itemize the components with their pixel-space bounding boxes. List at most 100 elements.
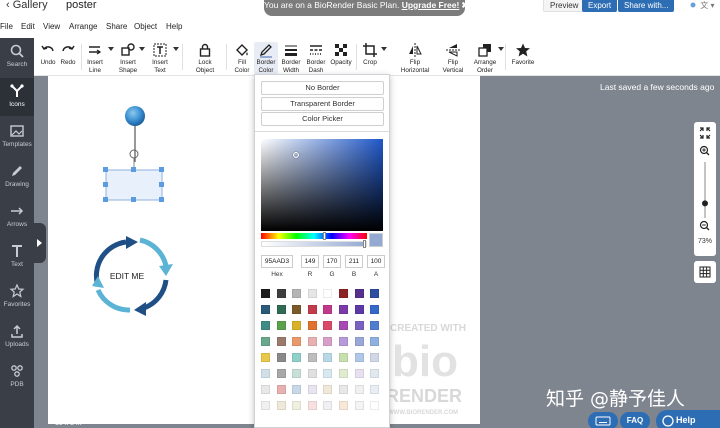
color-swatch[interactable] (292, 305, 302, 314)
grid-toggle-button[interactable] (694, 261, 716, 283)
color-swatch[interactable] (354, 369, 364, 378)
blue-input[interactable]: 211 (345, 255, 363, 268)
color-swatch[interactable] (292, 385, 302, 394)
no-border-button[interactable]: No Border (261, 81, 384, 95)
sidebar-item-uploads[interactable]: Uploads (0, 318, 34, 356)
fill-color-button[interactable]: Fill Color (232, 42, 252, 74)
alpha-slider[interactable] (261, 241, 367, 247)
undo-button[interactable]: Undo (38, 42, 58, 66)
color-swatch[interactable] (276, 385, 286, 394)
color-swatch[interactable] (370, 369, 380, 378)
lock-object-button[interactable]: Lock Object (192, 42, 218, 74)
green-input[interactable]: 170 (323, 255, 341, 268)
red-input[interactable]: 149 (301, 255, 319, 268)
color-swatch[interactable] (354, 289, 364, 298)
help-button[interactable]: Help (656, 410, 720, 428)
color-swatch[interactable] (339, 401, 348, 410)
keyboard-shortcuts-button[interactable] (588, 412, 618, 428)
color-swatch[interactable] (354, 321, 364, 330)
color-swatch[interactable] (276, 337, 286, 346)
color-swatch[interactable] (354, 337, 364, 346)
menu-view[interactable]: View (43, 22, 60, 31)
color-swatch[interactable] (261, 337, 270, 346)
color-swatch[interactable] (276, 401, 286, 410)
color-swatch[interactable] (292, 289, 302, 298)
color-swatch[interactable] (370, 321, 380, 330)
color-swatch[interactable] (370, 401, 380, 410)
color-swatch[interactable] (307, 321, 317, 330)
menu-arrange[interactable]: Arrange (69, 22, 97, 31)
sphere-icon[interactable] (125, 106, 145, 162)
color-swatch[interactable] (261, 289, 270, 298)
color-swatch[interactable] (261, 401, 270, 410)
color-swatch[interactable] (261, 369, 270, 378)
preview-button[interactable]: Preview (543, 0, 586, 12)
menu-edit[interactable]: Edit (21, 22, 35, 31)
insert-text-button[interactable]: Insert Text (148, 42, 172, 74)
cycle-label[interactable]: EDIT ME (110, 271, 145, 281)
color-swatch[interactable] (370, 385, 380, 394)
menu-file[interactable]: File (0, 22, 13, 31)
color-swatch[interactable] (339, 305, 348, 314)
zoom-out-icon[interactable] (699, 220, 710, 231)
color-picker-cursor[interactable] (293, 152, 299, 158)
selected-rectangle[interactable] (103, 149, 164, 202)
zoom-in-icon[interactable] (699, 145, 710, 156)
crop-button[interactable]: Crop (360, 42, 380, 66)
border-dash-button[interactable]: Border Dash (304, 42, 328, 74)
crop-caret-icon[interactable] (381, 47, 387, 51)
hex-input[interactable]: 95AAD3 (261, 255, 293, 268)
hue-slider[interactable] (261, 233, 367, 239)
opacity-button[interactable]: Opacity (329, 42, 353, 66)
color-swatch[interactable] (339, 353, 348, 362)
banner-close-icon[interactable]: ✖ (461, 0, 468, 10)
insert-shape-button[interactable]: Insert Shape (116, 42, 140, 74)
flip-vertical-button[interactable]: Flip Vertical (438, 42, 468, 74)
color-swatch[interactable] (307, 289, 317, 298)
menu-help[interactable]: Help (166, 22, 182, 31)
rotate-handle-icon[interactable] (129, 149, 139, 159)
sidebar-item-arrows[interactable]: Arrows (0, 198, 34, 236)
color-swatch[interactable] (292, 353, 302, 362)
menu-object[interactable]: Object (134, 22, 157, 31)
color-swatch[interactable] (307, 369, 317, 378)
project-title[interactable]: poster (66, 0, 97, 11)
color-swatch[interactable] (339, 385, 348, 394)
color-swatch[interactable] (354, 385, 364, 394)
color-swatch[interactable] (339, 337, 348, 346)
color-swatch[interactable] (307, 401, 317, 410)
insert-text-caret-icon[interactable] (173, 47, 179, 51)
sidebar-collapse-toggle[interactable] (34, 223, 46, 263)
insert-line-button[interactable]: Insert Line (84, 42, 106, 74)
share-button[interactable]: Share with... (618, 0, 675, 12)
redo-button[interactable]: Redo (58, 42, 78, 66)
sidebar-item-text[interactable]: Text (0, 238, 34, 276)
insert-line-caret-icon[interactable] (108, 47, 114, 51)
flip-horizontal-button[interactable]: Flip Horizontal (398, 42, 432, 74)
color-swatch[interactable] (292, 337, 302, 346)
color-swatch[interactable] (323, 305, 333, 314)
color-picker-button[interactable]: Color Picker (261, 112, 384, 126)
color-swatch[interactable] (276, 321, 286, 330)
color-swatch[interactable] (354, 353, 364, 362)
color-swatch[interactable] (307, 337, 317, 346)
sidebar-item-pdb[interactable]: PDB (0, 358, 34, 396)
gallery-link[interactable]: ‹ Gallery (6, 0, 48, 11)
color-swatch[interactable] (370, 305, 380, 314)
color-swatch[interactable] (370, 289, 380, 298)
sidebar-item-icons[interactable]: Icons (0, 78, 34, 116)
color-swatch[interactable] (323, 369, 333, 378)
arrange-order-caret-icon[interactable] (498, 47, 504, 51)
color-swatch[interactable] (339, 321, 348, 330)
fit-screen-icon[interactable] (699, 127, 711, 139)
favorite-button[interactable]: Favorite (510, 42, 536, 66)
color-swatch[interactable] (354, 305, 364, 314)
zoom-slider-thumb[interactable] (702, 200, 708, 207)
color-swatch[interactable] (261, 305, 270, 314)
color-swatch[interactable] (370, 337, 380, 346)
color-swatch[interactable] (261, 385, 270, 394)
insert-shape-caret-icon[interactable] (139, 47, 145, 51)
sidebar-item-templates[interactable]: Templates (0, 118, 34, 156)
border-width-button[interactable]: Border Width (280, 42, 302, 74)
color-swatch[interactable] (276, 369, 286, 378)
